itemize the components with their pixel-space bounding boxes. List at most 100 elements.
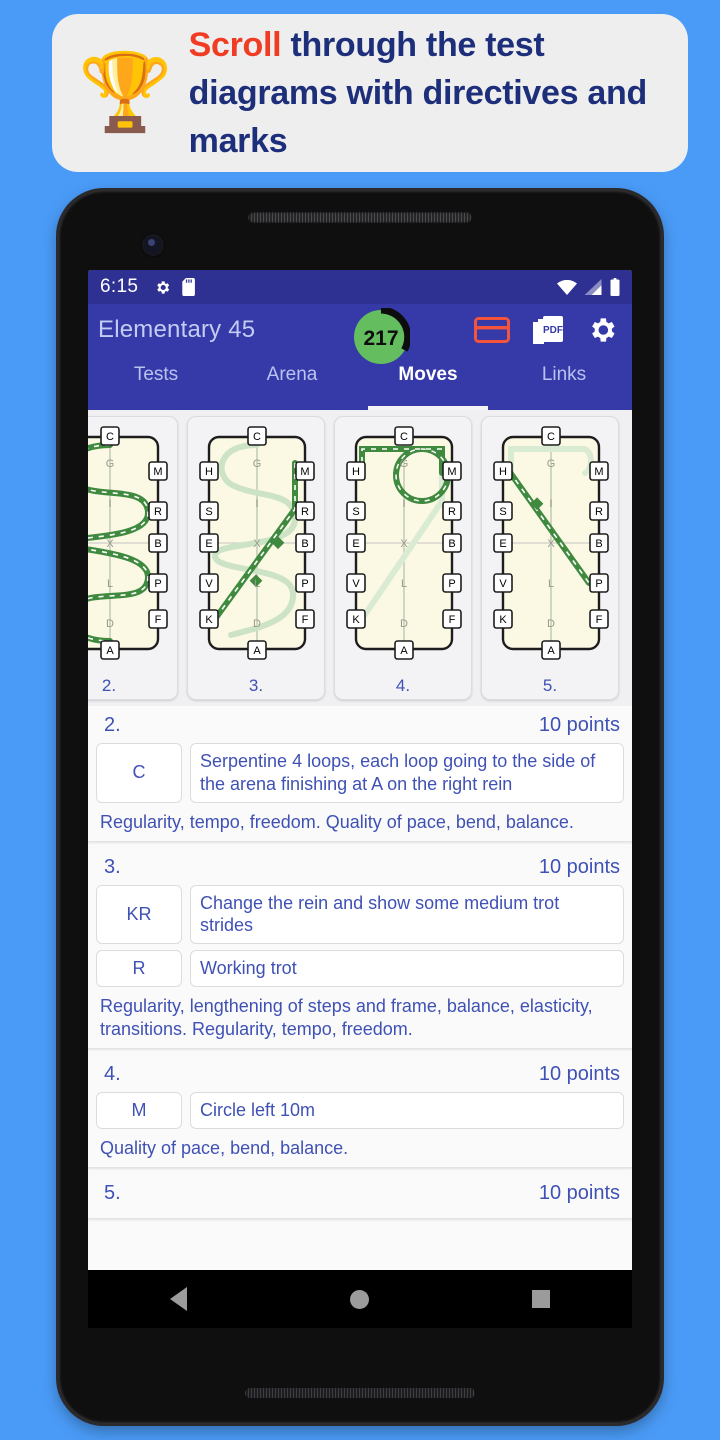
movement-directive: Quality of pace, bend, balance. — [100, 1137, 349, 1158]
diagram-label: 2. — [101, 676, 117, 695]
movement-directive: Regularity, tempo, freedom. Quality of p… — [100, 811, 574, 832]
svg-text:K: K — [205, 614, 213, 626]
svg-text:B: B — [595, 538, 602, 550]
movement-description: Circle left 10m — [190, 1091, 624, 1129]
svg-text:R: R — [154, 506, 162, 518]
svg-text:H: H — [499, 466, 507, 478]
diagram-label: 4. — [395, 676, 411, 695]
diagram-label: 3. — [248, 676, 264, 695]
svg-text:C: C — [253, 431, 261, 443]
movement-points: 10 points — [538, 714, 620, 736]
promo-text: Scroll through the test diagrams with di… — [189, 21, 662, 166]
svg-text:B: B — [301, 538, 308, 550]
pdf-icon[interactable]: PDF — [532, 314, 564, 346]
movement-description: Change the rein and show some medium tro… — [190, 884, 624, 945]
svg-text:M: M — [594, 466, 603, 478]
svg-text:I: I — [549, 498, 552, 510]
sd-card-icon — [182, 278, 196, 296]
svg-text:E: E — [352, 538, 359, 550]
svg-text:X: X — [253, 538, 261, 550]
gear-icon[interactable] — [586, 314, 618, 346]
movement-letter: R — [96, 950, 182, 988]
tab-arena[interactable]: Arena — [224, 356, 360, 410]
svg-text:A: A — [400, 645, 408, 657]
svg-text:P: P — [448, 578, 455, 590]
svg-text:L: L — [548, 578, 554, 590]
tab-links[interactable]: Links — [496, 356, 632, 410]
movement-letter: M — [96, 1091, 182, 1129]
arena-diagram: GI XLD C A H S E V K M R — [342, 423, 466, 663]
score-badge-value: 217 — [363, 326, 399, 350]
svg-text:F: F — [596, 614, 603, 626]
diagram-scroll-strip[interactable]: G I X L D C A H S E V K M R — [88, 410, 632, 706]
promo-banner: 🏆 Scroll through the test diagrams with … — [52, 14, 688, 172]
bottom-speaker — [245, 1388, 475, 1398]
movement-item[interactable]: 5. 10 points — [88, 1173, 632, 1219]
svg-text:R: R — [448, 506, 456, 518]
svg-text:L: L — [107, 578, 113, 590]
score-badge[interactable]: 217 — [352, 306, 412, 366]
movement-item[interactable]: 4. 10 points M Circle left 10m Quality o… — [88, 1054, 632, 1168]
svg-text:D: D — [547, 618, 555, 630]
trophy-icon: 🏆 — [78, 50, 173, 135]
movement-points: 10 points — [538, 1181, 620, 1204]
movement-list[interactable]: 2. 10 points C Serpentine 4 loops, each … — [88, 706, 632, 1286]
diagram-card[interactable]: GI XLD C A H S E V K M R — [334, 416, 472, 700]
svg-text:V: V — [352, 578, 360, 590]
battery-icon — [610, 278, 620, 296]
android-nav-bar — [88, 1270, 632, 1328]
svg-text:L: L — [254, 578, 260, 590]
movement-row: M Circle left 10m — [96, 1091, 624, 1129]
svg-text:M: M — [300, 466, 309, 478]
movement-points: 10 points — [538, 855, 620, 878]
diagram-card[interactable]: GI XLD C A H S E V K M R — [88, 416, 178, 700]
status-bar: 6:15 — [88, 270, 632, 304]
movement-row: KR Change the rein and show some medium … — [96, 884, 624, 945]
tab-tests[interactable]: Tests — [88, 356, 224, 410]
app-bar: Elementary 45 PDF 217 Tests Arena Moves … — [88, 304, 632, 410]
svg-text:P: P — [301, 578, 308, 590]
back-icon[interactable] — [169, 1287, 187, 1311]
status-time: 6:15 — [100, 276, 139, 297]
movement-letter: C — [96, 743, 182, 803]
front-camera — [142, 234, 164, 256]
svg-text:P: P — [595, 578, 602, 590]
movement-description: Serpentine 4 loops, each loop going to t… — [190, 743, 624, 803]
svg-text:E: E — [205, 538, 212, 550]
svg-text:C: C — [547, 431, 555, 443]
diagram-card[interactable]: GI XLD C A H S E V K M R — [481, 416, 619, 700]
svg-text:I: I — [108, 498, 111, 510]
promo-highlight-word: Scroll — [188, 25, 282, 64]
svg-text:C: C — [400, 431, 408, 443]
svg-text:G: G — [106, 458, 115, 470]
card-icon[interactable] — [474, 317, 510, 343]
movement-item[interactable]: 2. 10 points C Serpentine 4 loops, each … — [88, 706, 632, 842]
svg-text:B: B — [448, 538, 455, 550]
svg-text:H: H — [205, 466, 213, 478]
earpiece-speaker — [248, 212, 472, 223]
svg-text:G: G — [547, 458, 556, 470]
arena-diagram: GI XLD C A H S E V K M R — [195, 423, 319, 663]
svg-text:F: F — [155, 614, 162, 626]
movement-number: 5. — [104, 1181, 121, 1204]
svg-text:R: R — [301, 506, 309, 518]
home-icon[interactable] — [349, 1289, 369, 1309]
svg-text:X: X — [400, 538, 408, 550]
movement-item[interactable]: 3. 10 points KR Change the rein and show… — [88, 847, 632, 1049]
movement-number: 3. — [104, 855, 121, 878]
phone-frame: 6:15 Elementary 45 PDF 217 Tests Arena M… — [58, 190, 662, 1424]
signal-icon — [584, 279, 602, 295]
diagram-card[interactable]: GI XLD C A H S E V K M R — [187, 416, 325, 700]
svg-text:X: X — [547, 538, 555, 550]
svg-text:S: S — [352, 506, 359, 518]
svg-text:V: V — [205, 578, 213, 590]
svg-text:I: I — [402, 498, 405, 510]
arena-diagram: GI XLD C A H S E V K M R — [88, 423, 172, 663]
svg-text:R: R — [595, 506, 603, 518]
svg-text:L: L — [401, 578, 407, 590]
svg-text:S: S — [205, 506, 212, 518]
movement-row: R Working trot — [96, 950, 624, 988]
svg-text:A: A — [106, 645, 114, 657]
recents-icon[interactable] — [532, 1290, 551, 1308]
svg-text:K: K — [499, 614, 507, 626]
